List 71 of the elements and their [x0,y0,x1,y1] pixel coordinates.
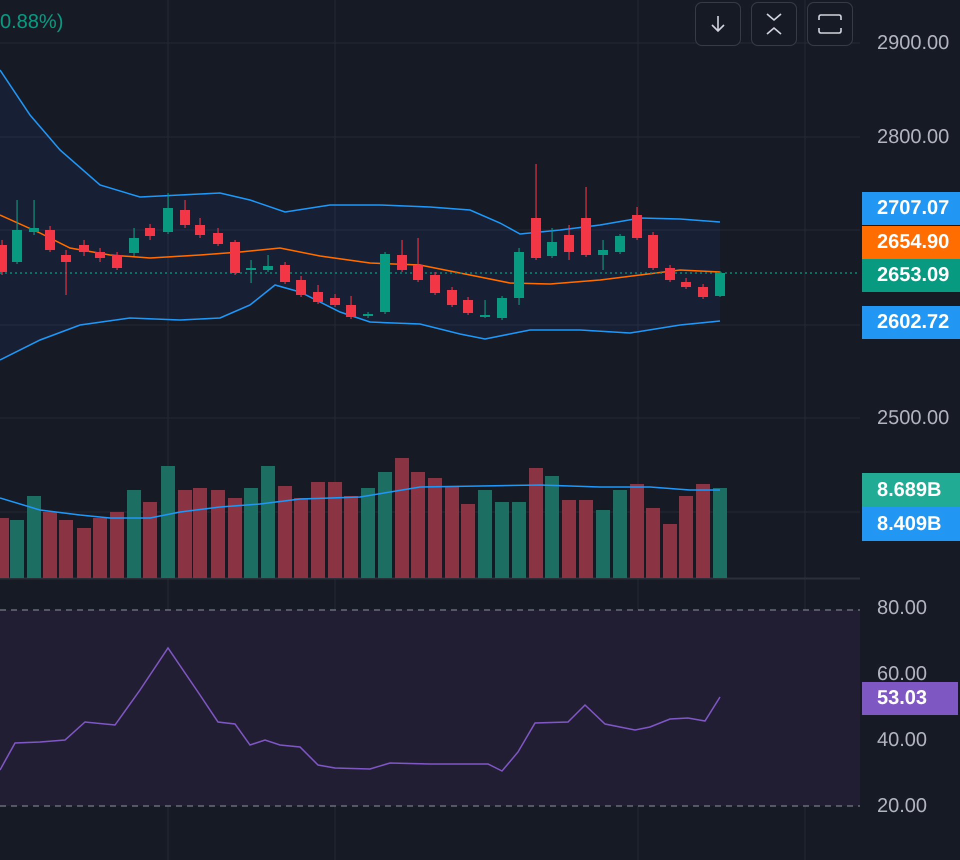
candlestick [463,296,473,316]
volume-label: 8.689B [862,473,960,507]
maximize-button[interactable] [807,2,853,46]
volume-bar [646,508,660,578]
candlestick [180,200,190,228]
candlestick [280,262,290,284]
candlestick [145,224,155,240]
candlestick [230,240,240,276]
candlestick [330,294,340,308]
candlestick [715,270,725,298]
candlestick [698,284,708,300]
candlestick [581,186,591,258]
candlestick [665,264,675,282]
candlestick [313,284,323,304]
candlestick [363,312,373,318]
candlestick [112,252,122,270]
price-label: 2707.07 [862,192,960,225]
rsi-tick: 20.00 [877,794,928,818]
candlestick [413,238,423,282]
volume-bar [93,518,107,578]
volume-bar [59,520,73,578]
price-label: 2653.09 [862,259,960,292]
candlestick [430,272,440,296]
scroll-down-button[interactable] [695,2,741,46]
volume-bar [77,528,91,578]
candlestick [79,240,89,256]
candlestick [598,240,608,270]
candlestick [648,232,658,270]
candlestick [195,218,205,238]
candlestick [632,206,642,240]
candlestick [213,228,223,246]
candlestick [564,224,574,260]
volume-label: 8.409B [862,507,960,541]
candlestick [346,296,356,320]
price-label: 2602.72 [862,306,960,339]
candlestick [12,200,22,264]
candlestick [246,260,256,284]
candlestick [497,296,507,320]
price-tick: 2500.00 [877,406,950,430]
down-arrow-icon [711,15,725,33]
price-label: 2654.90 [862,226,960,259]
volume-bar [663,524,677,578]
rsi-tick: 40.00 [877,728,928,752]
candlestick [380,252,390,314]
candlestick [263,254,273,272]
candlestick [296,276,306,298]
candlestick [61,250,71,296]
rsi-tick: 80.00 [877,596,928,620]
candlestick [681,278,691,290]
price-change-text: 0.88%) [0,11,64,34]
candlestick [45,226,55,252]
candlestick [615,234,625,254]
candlestick [95,248,105,262]
collapse-icon [765,13,783,35]
candlestick [163,192,173,234]
candlestick [480,300,490,318]
volume-bar [596,510,610,578]
price-tick: 2800.00 [877,125,950,149]
collapse-button[interactable] [751,2,797,46]
candlestick [547,228,557,258]
volume-bar [110,512,124,578]
candlestick [447,286,457,308]
candlestick [0,240,7,276]
volume-bar [43,512,57,578]
candlestick [514,248,524,306]
candlestick [397,240,407,272]
maximize-icon [818,14,842,34]
rsi-value-label: 53.03 [862,682,958,715]
candlestick [129,228,139,256]
candlestick [29,200,39,236]
price-tick: 2900.00 [877,31,950,55]
